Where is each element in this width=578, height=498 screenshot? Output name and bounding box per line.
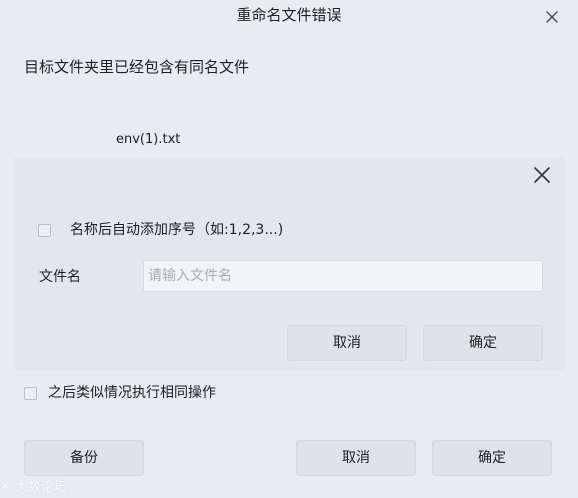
backup-button[interactable]: 备份 xyxy=(24,440,144,476)
cancel-button[interactable]: 取消 xyxy=(296,440,416,476)
rename-error-dialog: 重命名文件错误 目标文件夹里已经包含有同名文件 env(1).txt 名称后自动… xyxy=(0,0,578,498)
subdialog-ok-button[interactable]: 确定 xyxy=(423,325,543,361)
apply-to-all-option[interactable]: 之后类似情况执行相同操作 xyxy=(24,383,216,403)
watermark: K 大数论坛 xyxy=(2,480,67,495)
close-icon xyxy=(531,164,553,186)
apply-to-all-label: 之后类似情况执行相同操作 xyxy=(48,385,216,401)
close-icon xyxy=(541,6,563,28)
subdialog-close-button[interactable] xyxy=(531,164,553,186)
file-name-input[interactable] xyxy=(143,260,543,292)
error-message: 目标文件夹里已经包含有同名文件 xyxy=(24,58,250,76)
dialog-title: 重命名文件错误 xyxy=(236,6,342,24)
conflicting-file-name: env(1).txt xyxy=(116,132,181,147)
ok-button[interactable]: 确定 xyxy=(432,440,552,476)
rename-subdialog: 名称后自动添加序号（如:1,2,3...) 文件名 取消 确定 xyxy=(13,157,565,370)
auto-number-option[interactable]: 名称后自动添加序号（如:1,2,3...) xyxy=(38,220,283,240)
auto-number-label: 名称后自动添加序号（如:1,2,3...) xyxy=(70,222,284,238)
close-button[interactable] xyxy=(541,6,563,28)
file-name-label: 文件名 xyxy=(39,269,81,285)
auto-number-checkbox[interactable] xyxy=(38,223,51,237)
subdialog-cancel-button[interactable]: 取消 xyxy=(287,325,407,361)
apply-to-all-checkbox[interactable] xyxy=(24,386,37,400)
